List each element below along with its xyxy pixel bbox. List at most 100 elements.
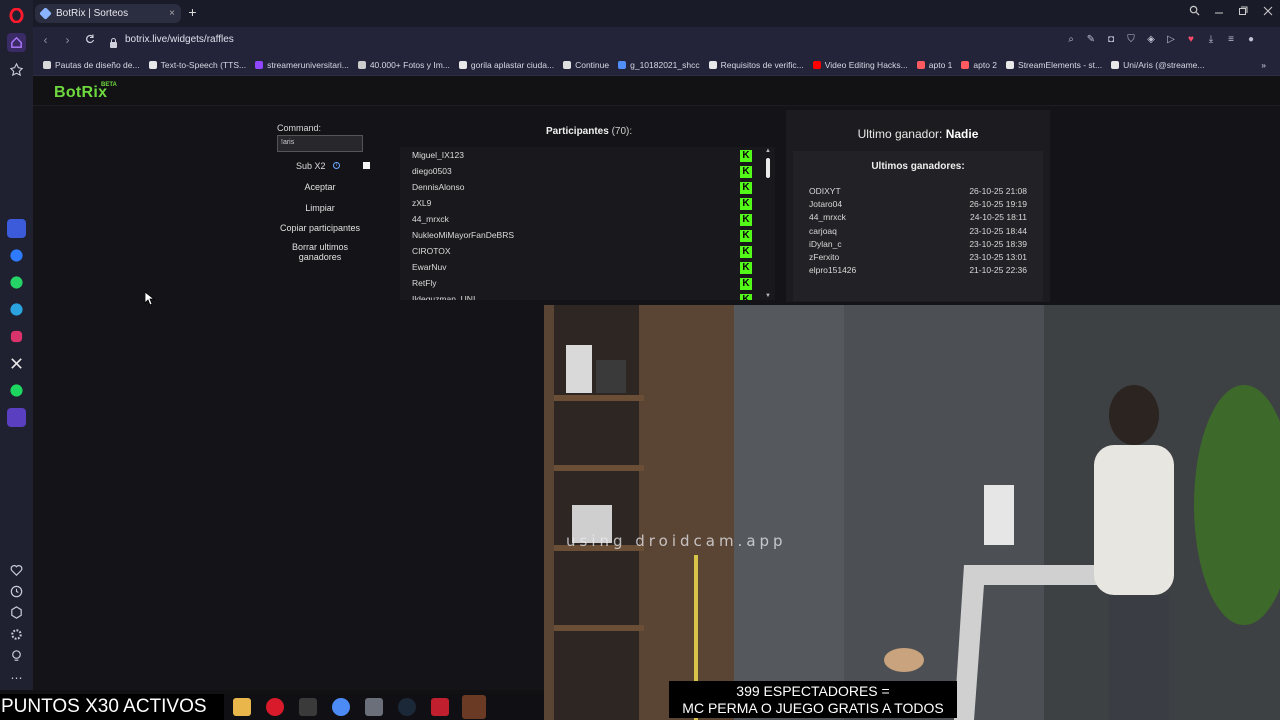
bookmark-label: gorila aplastar ciuda... — [470, 59, 555, 70]
bookmark-label: apto 1 — [928, 59, 953, 70]
bookmark-item[interactable]: Requisitos de verific... — [708, 59, 804, 70]
bookmark-label: Requisitos de verific... — [720, 59, 804, 70]
bookmark-label: Text-to-Speech (TTS... — [160, 59, 247, 70]
sub-x2-checkbox[interactable] — [363, 162, 370, 169]
instagram-icon[interactable] — [7, 327, 26, 346]
chrome-icon[interactable] — [332, 698, 350, 716]
home-icon[interactable] — [7, 33, 26, 52]
aria-icon[interactable] — [7, 219, 26, 238]
heart-icon[interactable] — [7, 561, 26, 580]
lock-icon[interactable] — [109, 35, 118, 48]
restore-icon[interactable] — [1235, 5, 1251, 19]
camera-icon[interactable]: ◘ — [1104, 33, 1118, 47]
bookmarks-bar: Pautas de diseño de... Text-to-Speech (TT… — [33, 54, 1280, 76]
bookmark-item[interactable]: StreamElements - st... — [1006, 60, 1102, 70]
copy-participants-button[interactable]: Copiar participantes — [277, 223, 363, 233]
scroll-up-icon[interactable]: ▲ — [765, 148, 771, 154]
botrix-logo[interactable]: BotRix — [54, 84, 107, 102]
participant-name: DennisAlonso — [412, 182, 465, 192]
winner-name: Jotaro04 — [809, 199, 843, 210]
file-explorer-icon[interactable] — [233, 698, 251, 716]
app-icon[interactable] — [299, 698, 317, 716]
accept-button[interactable]: Aceptar — [277, 182, 363, 192]
url-field[interactable]: botrix.live/widgets/raffles — [125, 34, 234, 45]
bookmark-favicon-icon — [1006, 60, 1015, 69]
winner-name: elpro151426 — [809, 265, 857, 276]
opera-gx-icon[interactable] — [266, 698, 284, 716]
bookmark-item[interactable]: apto 2 — [961, 60, 997, 70]
scroll-thumb[interactable] — [766, 158, 770, 178]
heart-icon[interactable]: ♥ — [1184, 33, 1198, 47]
participant-name: NukleoMiMayorFanDeBRS — [412, 230, 515, 240]
edit-icon[interactable]: ✎ — [1084, 33, 1098, 47]
whatsapp-icon[interactable] — [7, 273, 26, 292]
shield-icon[interactable]: ⛉ — [1124, 33, 1138, 47]
scroll-down-icon[interactable]: ▼ — [765, 293, 771, 299]
bookmark-item[interactable]: Pautas de diseño de... — [43, 60, 140, 70]
participants-list[interactable]: Miguel_IX123 Kdiego0503 K DennisAlonso KzXL9… — [400, 147, 775, 300]
search-tabs-icon[interactable] — [1186, 5, 1202, 19]
close-window-icon[interactable] — [1260, 5, 1276, 19]
download-icon[interactable]: ⤓ — [1204, 33, 1218, 47]
red-app-icon[interactable] — [431, 698, 449, 716]
bookmark-item[interactable]: 40.000+ Fotos y Im... — [357, 60, 450, 70]
pinboard-icon[interactable] — [7, 60, 26, 79]
lightbulb-icon[interactable] — [7, 646, 26, 665]
bookmark-item[interactable]: g_10182021_shcc — [618, 60, 700, 70]
obs-icon[interactable] — [462, 695, 486, 719]
tab-botrix[interactable]: BotRix | Sorteos × — [35, 4, 181, 23]
bookmark-item[interactable]: Continue — [563, 60, 609, 70]
bookmark-favicon-icon — [43, 60, 51, 69]
winner-row: zFerxito 23-10-25 13:01 — [809, 252, 1027, 264]
bookmark-item[interactable]: Video Editing Hacks... — [812, 60, 908, 70]
minimize-icon[interactable] — [1211, 5, 1227, 19]
bookmarks-more-icon[interactable]: » — [1261, 60, 1266, 70]
search-icon[interactable]: ⌕ — [1064, 33, 1078, 47]
command-input[interactable]: !aris — [277, 135, 363, 152]
tab-strip: BotRix | Sorteos × + — [33, 0, 1280, 27]
menu-icon[interactable]: ≡ — [1224, 33, 1238, 47]
window-app-icon[interactable] — [365, 698, 383, 716]
steam-icon[interactable] — [398, 698, 416, 716]
messenger-icon[interactable] — [7, 246, 26, 265]
webcam-feed: using droidcam.app — [544, 305, 1280, 720]
history-icon[interactable] — [7, 582, 26, 601]
new-tab-button[interactable]: + — [185, 5, 200, 20]
player-icon[interactable] — [7, 408, 26, 427]
winner-date: 24-10-25 18:11 — [969, 212, 1027, 223]
more-icon[interactable]: ⋯ — [7, 668, 26, 687]
participants-scrollbar[interactable]: ▲ ▼ — [765, 148, 771, 299]
reload-icon[interactable] — [82, 33, 97, 48]
bookmark-item[interactable]: Uni/Aris (@streame... — [1111, 60, 1205, 70]
bookmark-item[interactable]: apto 1 — [916, 59, 953, 70]
botrix-favicon-icon — [39, 7, 52, 20]
back-icon[interactable]: ‹ — [38, 33, 53, 48]
delete-winners-button[interactable]: Borrar ultimos ganadores — [277, 242, 363, 262]
extensions-icon[interactable] — [7, 603, 26, 622]
settings-gear-icon[interactable] — [7, 625, 26, 644]
vpn-icon[interactable]: ◈ — [1144, 33, 1158, 47]
webcam-image — [544, 305, 1280, 720]
winner-name: zFerxito — [809, 252, 840, 262]
bookmark-item[interactable]: gorila aplastar ciuda... — [458, 59, 555, 70]
winner-date: 23-10-25 18:44 — [969, 225, 1027, 236]
info-icon[interactable]: i — [333, 162, 340, 169]
kick-icon: K — [740, 182, 752, 194]
profile-icon[interactable]: ● — [1244, 33, 1258, 47]
participant-name: EwarNuv — [412, 262, 447, 272]
bookmark-label: Pautas de diseño de... — [55, 59, 140, 70]
spotify-icon[interactable] — [7, 381, 26, 400]
bookmark-item[interactable]: streameruniversitari... — [255, 60, 349, 70]
telegram-icon[interactable] — [7, 300, 26, 319]
opera-logo-icon[interactable] — [7, 6, 26, 25]
bookmark-item[interactable]: Text-to-Speech (TTS... — [148, 59, 247, 70]
tab-close-icon[interactable]: × — [169, 8, 175, 19]
participant-row: Ildeguzman_UNI K — [412, 294, 757, 300]
forward-icon[interactable]: › — [60, 33, 75, 48]
play-icon[interactable]: ▷ — [1164, 33, 1178, 47]
clear-button[interactable]: Limpiar — [277, 203, 363, 213]
kick-icon: K — [740, 294, 752, 300]
mouse-cursor-icon — [145, 292, 155, 306]
x-twitter-icon[interactable] — [7, 354, 26, 373]
winners-panel: Ultimo ganador: Nadie Ultimos ganadores:… — [786, 110, 1050, 302]
